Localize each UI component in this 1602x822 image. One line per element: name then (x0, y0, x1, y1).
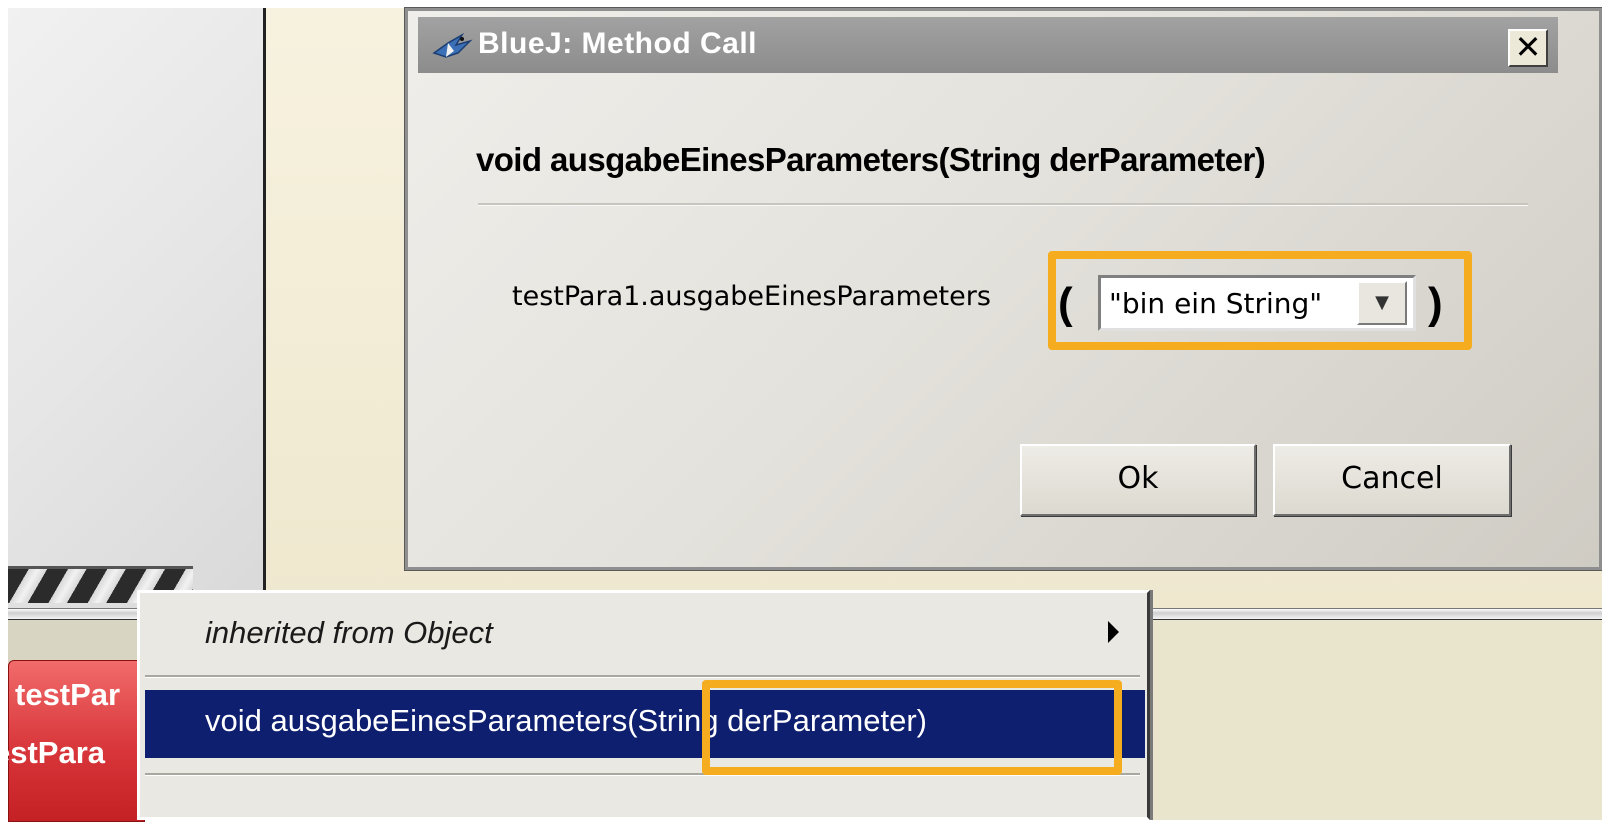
menu-separator (145, 675, 1140, 678)
parameter-value[interactable]: "bin ein String" (1109, 287, 1322, 320)
open-paren: ( (1058, 279, 1073, 328)
menu-item-label: inherited from Object (205, 615, 493, 650)
ok-button[interactable]: Ok (1020, 444, 1256, 516)
object-name-line1: testPar (15, 677, 121, 712)
cancel-button[interactable]: Cancel (1273, 444, 1511, 516)
method-signature: void ausgabeEinesParameters(String derPa… (476, 141, 1266, 178)
bluej-bird-icon (432, 31, 476, 61)
chevron-down-icon[interactable]: ▼ (1357, 281, 1407, 325)
method-call-dialog: BlueJ: Method Call ✕ void ausgabeEinesPa… (405, 8, 1602, 570)
object-name-line2: estPara (0, 735, 106, 770)
call-prefix-label: testPara1.ausgabeEinesParameters (512, 281, 991, 312)
dialog-title-bar[interactable]: BlueJ: Method Call ✕ (418, 17, 1558, 73)
class-diagram-panel (8, 8, 266, 608)
close-paren: ) (1428, 279, 1443, 328)
object-bench-area (1150, 620, 1602, 820)
dialog-title: BlueJ: Method Call (478, 27, 758, 60)
signature-divider (478, 203, 1528, 206)
menu-highlight-box (702, 680, 1122, 775)
menu-item-inherited[interactable]: inherited from Object (140, 593, 1147, 675)
object-bench-instance[interactable]: testPar estPara (0, 660, 145, 822)
submenu-arrow-icon (1108, 621, 1119, 643)
parameter-combo-box[interactable]: "bin ein String" ▼ (1098, 275, 1416, 331)
close-icon[interactable]: ✕ (1508, 29, 1548, 67)
